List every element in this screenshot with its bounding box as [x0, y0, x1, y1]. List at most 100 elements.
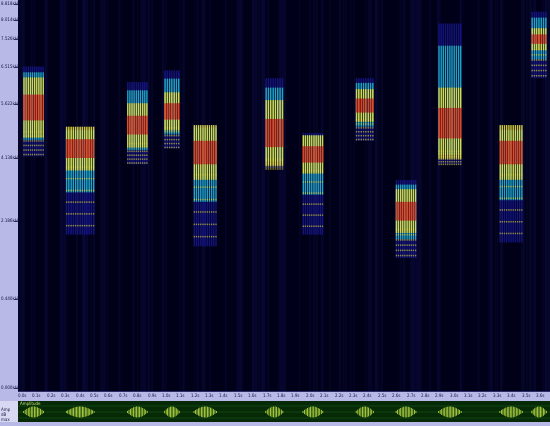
- harmonic-dot: [406, 249, 408, 252]
- harmonic-dot: [131, 142, 133, 145]
- harmonic-dot: [531, 59, 533, 61]
- harmonic-dot: [267, 168, 270, 170]
- time-tick-label: 1.7s: [263, 393, 272, 398]
- harmonic-dot: [395, 254, 398, 257]
- harmonic-dot: [178, 134, 180, 137]
- harmonic-dot: [267, 158, 270, 160]
- harmonic-dot: [168, 146, 171, 149]
- harmonic-dot: [166, 142, 169, 145]
- harmonic-dot: [521, 221, 523, 223]
- harmonic-dot: [402, 234, 404, 236]
- syllable-peak-band: [362, 98, 365, 113]
- syllable-peak-band: [455, 107, 458, 139]
- syllable-peak-band: [281, 118, 284, 148]
- waveform-bar: [143, 408, 145, 416]
- syllable-peak-band: [42, 94, 44, 121]
- harmonic-dot: [83, 166, 86, 168]
- harmonic-dot: [277, 162, 279, 164]
- waveform-bar: [271, 406, 273, 418]
- harmonic-dot: [77, 201, 79, 203]
- harmonic-dot: [173, 134, 175, 137]
- syllable-peak-band: [133, 115, 135, 135]
- harmonic-dot: [506, 197, 508, 199]
- harmonic-dot: [208, 198, 211, 201]
- harmonic-dot: [65, 189, 68, 192]
- harmonic-dot: [277, 168, 279, 170]
- harmonic-dot: [72, 213, 75, 215]
- harmonic-dot: [270, 160, 272, 162]
- harmonic-dot: [86, 201, 88, 203]
- harmonic-dot: [135, 142, 137, 145]
- syllable-peak-band: [317, 146, 319, 163]
- harmonic-dot: [173, 142, 175, 145]
- harmonic-dot: [503, 174, 506, 176]
- time-tick-label: 0.2s: [47, 393, 56, 398]
- harmonic-dot: [213, 186, 215, 188]
- syllable-peak-band: [146, 115, 148, 135]
- syllable-peak-band: [31, 94, 34, 121]
- waveform-bar: [512, 406, 514, 418]
- harmonic-dot: [270, 158, 272, 160]
- noise-column: [118, 0, 121, 391]
- harmonic-dot: [516, 185, 519, 188]
- harmonic-dot: [400, 254, 402, 257]
- harmonic-dot: [139, 142, 142, 145]
- waveform-bar: [456, 408, 457, 416]
- waveform-bar: [93, 411, 95, 413]
- harmonic-dot: [193, 223, 195, 226]
- waveform-bar: [322, 410, 324, 413]
- waveform-bar: [177, 409, 179, 415]
- harmonic-dot: [397, 239, 400, 241]
- harmonic-dot: [535, 54, 538, 56]
- harmonic-dot: [506, 221, 508, 223]
- waveform-bar: [521, 411, 523, 413]
- harmonic-dot: [204, 211, 206, 213]
- waveform-bar: [65, 411, 67, 413]
- harmonic-dot: [408, 234, 410, 236]
- harmonic-dot: [81, 224, 84, 227]
- spectrogram-plot[interactable]: [18, 0, 550, 391]
- harmonic-dot: [213, 223, 215, 226]
- harmonic-dot: [38, 144, 40, 147]
- harmonic-dot: [315, 181, 317, 183]
- harmonic-dot: [281, 160, 284, 162]
- harmonic-dot: [208, 223, 211, 226]
- harmonic-dot: [29, 144, 32, 147]
- harmonic-dot: [304, 170, 307, 172]
- harmonic-dot: [79, 177, 81, 180]
- harmonic-dot: [204, 174, 206, 176]
- harmonic-dot: [395, 234, 398, 236]
- syllable-peak-band: [277, 118, 279, 148]
- harmonic-dot: [519, 221, 521, 223]
- harmonic-dot: [171, 131, 173, 133]
- harmonic-dot: [414, 239, 417, 241]
- harmonic-dot: [313, 225, 315, 227]
- harmonic-dot: [23, 144, 25, 147]
- harmonic-dot: [455, 150, 458, 153]
- harmonic-dot: [362, 119, 365, 121]
- harmonic-dot: [171, 146, 173, 149]
- waveform-bar: [273, 406, 274, 418]
- syllable-peak-band: [195, 140, 198, 165]
- noise-column: [365, 0, 367, 391]
- harmonic-dot: [215, 235, 217, 238]
- waveform-bar: [167, 408, 168, 416]
- harmonic-dot: [92, 166, 95, 168]
- waveform-bar: [308, 407, 310, 417]
- harmonic-dot: [360, 123, 362, 125]
- harmonic-dot: [372, 119, 374, 121]
- harmonic-dot: [444, 158, 447, 160]
- harmonic-dot: [360, 134, 362, 137]
- harmonic-dot: [457, 158, 460, 160]
- harmonic-dot: [206, 174, 208, 176]
- noise-column: [419, 0, 422, 391]
- waveform-view[interactable]: Amplitude: [18, 401, 550, 422]
- harmonic-dot: [265, 162, 267, 164]
- harmonic-dot: [197, 198, 200, 201]
- harmonic-dot: [309, 225, 311, 227]
- harmonic-dot: [175, 138, 178, 141]
- harmonic-dot: [34, 149, 36, 151]
- harmonic-dot: [274, 158, 277, 160]
- waveform-bar: [403, 406, 405, 418]
- harmonic-dot: [36, 144, 38, 147]
